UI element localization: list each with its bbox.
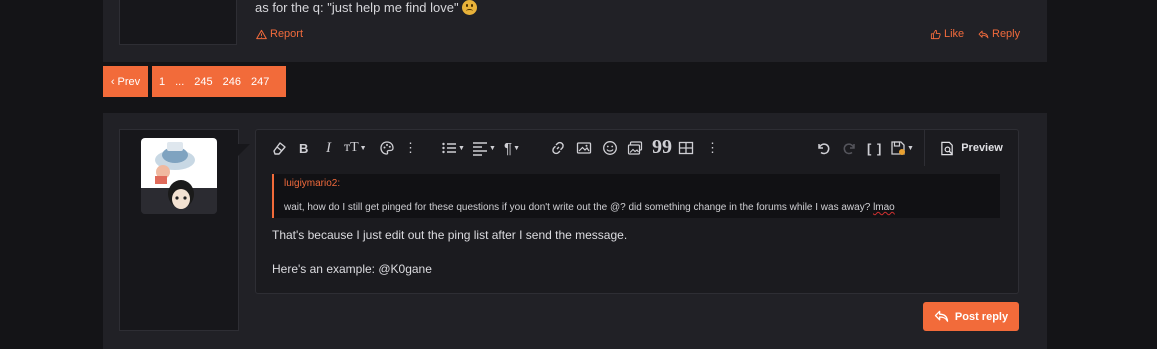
palette-icon[interactable]: [379, 140, 395, 156]
media-icon[interactable]: [627, 140, 643, 156]
eraser-icon[interactable]: [271, 140, 287, 156]
quote-text-spellcheck: lmao: [873, 202, 895, 213]
reply-icon: [978, 30, 989, 38]
avatar-image: [141, 138, 217, 214]
list-icon[interactable]: ▼: [441, 140, 465, 156]
previous-post-message: as for the q: "just help me find love": [255, 0, 477, 16]
post-reply-label: Post reply: [954, 310, 1009, 323]
editor-line-1: That's because I just edit out the ping …: [272, 228, 628, 242]
quoted-message: luigiymario2: wait, how do I still get p…: [272, 174, 1000, 218]
prev-page-button[interactable]: ‹ Prev: [103, 66, 148, 97]
prev-label: ‹ Prev: [110, 75, 141, 88]
thumbs-up-icon: [930, 29, 941, 39]
quote-author[interactable]: luigiymario2:: [284, 178, 340, 189]
italic-icon[interactable]: I: [326, 140, 331, 156]
draft-icon[interactable]: ▼: [890, 140, 914, 156]
reply-user-column: [119, 129, 250, 331]
bold-icon[interactable]: B: [299, 140, 308, 156]
previous-post: as for the q: "just help me find love" R…: [103, 0, 1047, 62]
editor-line-2: Here's an example: @K0gane: [272, 262, 432, 276]
undo-icon[interactable]: [815, 140, 831, 156]
editor-toolbar: B I тT ▼ ⋮ ▼ ▼ ¶ ▼ 99 ⋮ [] ▼ Preview: [256, 130, 1018, 166]
page-jump[interactable]: ...: [170, 76, 189, 88]
more-options-icon-2[interactable]: ⋮: [706, 140, 719, 156]
quote-icon[interactable]: 99: [652, 136, 672, 158]
align-icon[interactable]: ▼: [472, 140, 496, 156]
quick-reply-panel: B I тT ▼ ⋮ ▼ ▼ ¶ ▼ 99 ⋮ [] ▼ Preview lu…: [103, 113, 1047, 349]
table-icon[interactable]: [678, 140, 694, 156]
page-link-245[interactable]: 245: [189, 76, 217, 88]
text-size-icon[interactable]: тT ▼: [344, 140, 367, 156]
reply-button[interactable]: Reply: [978, 28, 1020, 40]
preview-button[interactable]: Preview: [924, 130, 1018, 166]
page-link-246[interactable]: 246: [218, 76, 246, 88]
previous-post-user-column: [119, 0, 237, 45]
like-button[interactable]: Like: [930, 28, 964, 40]
bbcode-toggle-icon[interactable]: [ ]: [867, 140, 882, 156]
frowning-face-icon: [461, 0, 477, 15]
page-link-247[interactable]: 247: [246, 76, 274, 88]
report-button[interactable]: Report: [256, 28, 303, 40]
image-icon[interactable]: [576, 140, 592, 156]
message-text: as for the q: "just help me find love": [255, 0, 459, 15]
page-list: 1 ... 245 246 247: [152, 66, 286, 97]
reply-icon: [934, 310, 949, 322]
quote-text-main: wait, how do I still get pinged for thes…: [284, 202, 874, 213]
report-label: Report: [270, 28, 304, 40]
message-editor[interactable]: B I тT ▼ ⋮ ▼ ▼ ¶ ▼ 99 ⋮ [] ▼ Preview lu…: [255, 129, 1019, 294]
smiley-icon[interactable]: [602, 140, 618, 156]
preview-icon: [941, 141, 953, 155]
redo-icon[interactable]: [842, 140, 858, 156]
like-label: Like: [944, 28, 965, 40]
avatar[interactable]: [141, 138, 217, 214]
preview-label: Preview: [961, 142, 1003, 154]
reply-label: Reply: [992, 28, 1021, 40]
post-reply-button[interactable]: Post reply: [923, 302, 1019, 331]
link-icon[interactable]: [550, 140, 566, 156]
quote-text: wait, how do I still get pinged for thes…: [284, 202, 895, 213]
more-options-icon[interactable]: ⋮: [404, 140, 417, 156]
warning-icon: [256, 29, 267, 39]
page-link-1[interactable]: 1: [154, 76, 170, 88]
paragraph-icon[interactable]: ¶ ▼: [504, 140, 520, 157]
